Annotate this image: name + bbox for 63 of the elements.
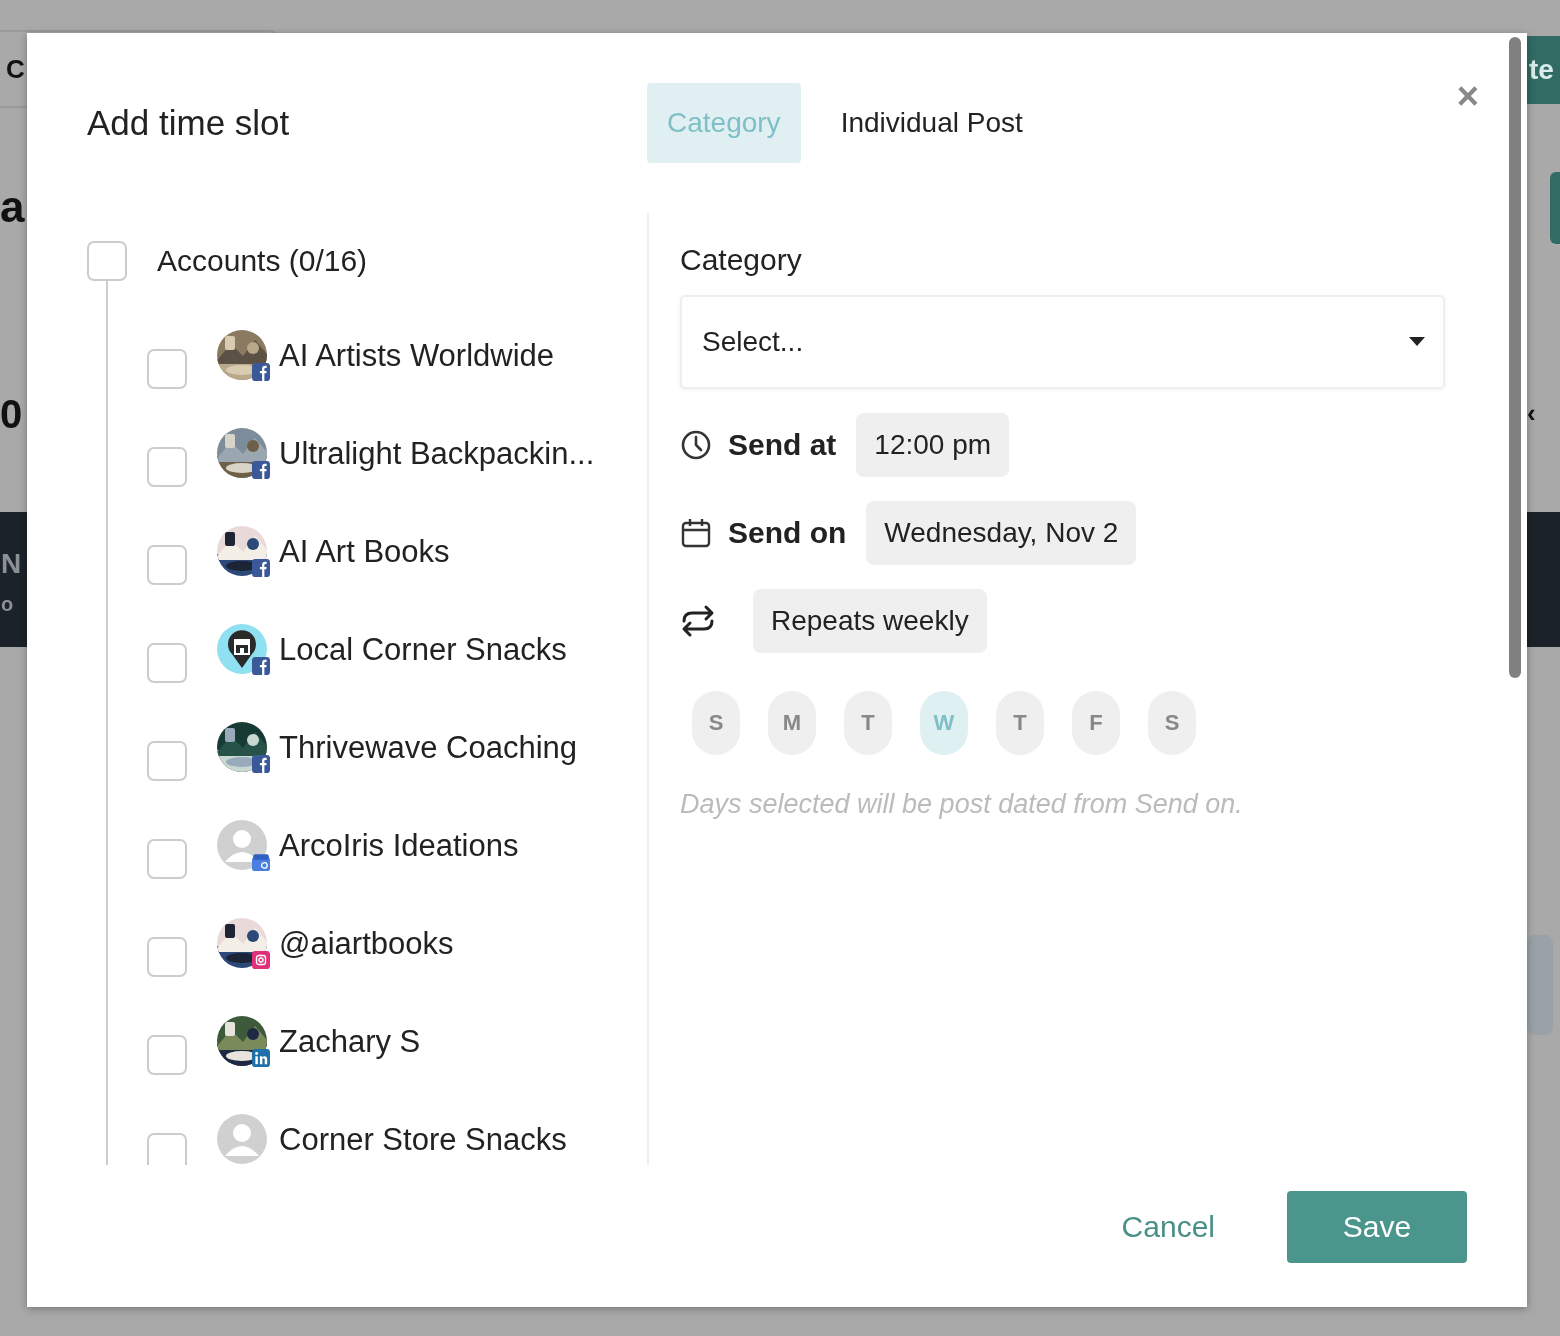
background-text: N [1,550,22,578]
store-badge-icon [252,853,270,871]
day-toggle[interactable]: M [768,691,816,755]
background-text: 0 [0,394,23,434]
avatar-icon [217,820,267,870]
checkbox[interactable] [147,839,187,879]
facebook-icon [252,461,270,479]
category-label: Category [680,243,803,277]
accounts-label: Accounts (0/16) [157,244,368,278]
account-name: AI Art Books [279,534,450,570]
account-name: Local Corner Snacks [279,632,567,668]
repeat-dropdown[interactable]: Repeats weekly [753,589,987,653]
facebook-icon [252,559,270,577]
checkbox[interactable] [147,1133,187,1165]
repeat-icon [680,603,716,639]
account-name: Corner Store Snacks [279,1122,567,1158]
checkbox[interactable] [147,447,187,487]
account-name: Thrivewave Coaching [279,730,578,766]
linkedin-icon [252,1049,270,1067]
checkbox[interactable] [147,545,187,585]
cancel-button[interactable]: Cancel [1121,1210,1215,1244]
calendar-icon [680,517,712,549]
hint-text: Days selected will be post dated from Send on. [680,789,1244,820]
checkbox[interactable] [147,349,187,389]
account-name: Zachary S [279,1024,421,1060]
account-name: @aiartbooks [279,926,454,962]
background-text: C [6,56,25,82]
dialog-title: Add time slot [87,103,291,143]
checkbox[interactable] [147,741,187,781]
scrollbar[interactable] [1509,37,1521,678]
account-name: Ultralight Backpackin... [279,436,595,472]
category-select[interactable]: Select... [680,295,1445,389]
day-toggle[interactable]: S [1148,691,1196,755]
day-toggle[interactable]: F [1072,691,1120,755]
checkbox[interactable] [147,1035,187,1075]
time-field[interactable]: 12:00 pm [856,413,1010,477]
account-name: ArcoIris Ideations [279,828,519,864]
background-text: o [1,594,14,614]
day-toggle[interactable]: S [692,691,740,755]
day-toggle[interactable]: T [844,691,892,755]
checkbox[interactable] [87,241,127,281]
facebook-icon [252,363,270,381]
day-toggle[interactable]: T [996,691,1044,755]
facebook-icon [252,755,270,773]
instagram-icon [252,951,270,969]
save-button[interactable]: Save [1287,1191,1467,1263]
account-name: AI Artists Worldwide [279,338,555,374]
clock-icon [680,429,712,461]
caret-icon [1409,337,1425,347]
background-text: ‹ [1527,400,1536,426]
day-toggle[interactable]: W [920,691,968,755]
avatar-icon [217,1114,267,1164]
tab[interactable]: Individual Post [820,83,1043,163]
date-field[interactable]: Wednesday, Nov 2 [866,501,1137,565]
background-text: a [0,185,25,229]
send-on-label: Send on [728,516,847,550]
close-button[interactable]: × [1456,77,1479,115]
tab[interactable]: Category [647,83,801,163]
facebook-icon [252,657,270,675]
checkbox[interactable] [147,643,187,683]
background-text: te [1529,56,1554,84]
send-at-label: Send at [728,428,837,462]
checkbox[interactable] [147,937,187,977]
